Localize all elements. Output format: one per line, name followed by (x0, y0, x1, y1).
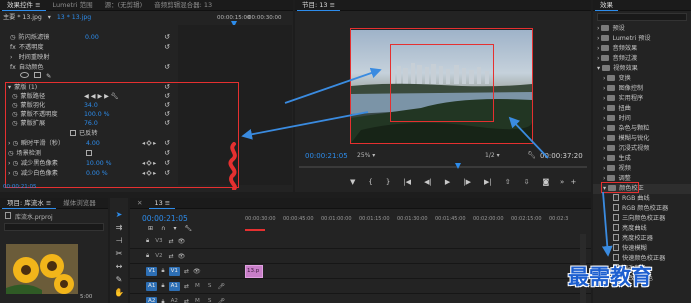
annotation-arrow (284, 67, 382, 104)
annotation-arrow (601, 191, 613, 257)
annotation-arrow (241, 111, 369, 140)
watermark-text: 最需教育 (568, 264, 652, 289)
annotation-arrow (508, 116, 549, 159)
annotation-arrows (241, 67, 613, 257)
